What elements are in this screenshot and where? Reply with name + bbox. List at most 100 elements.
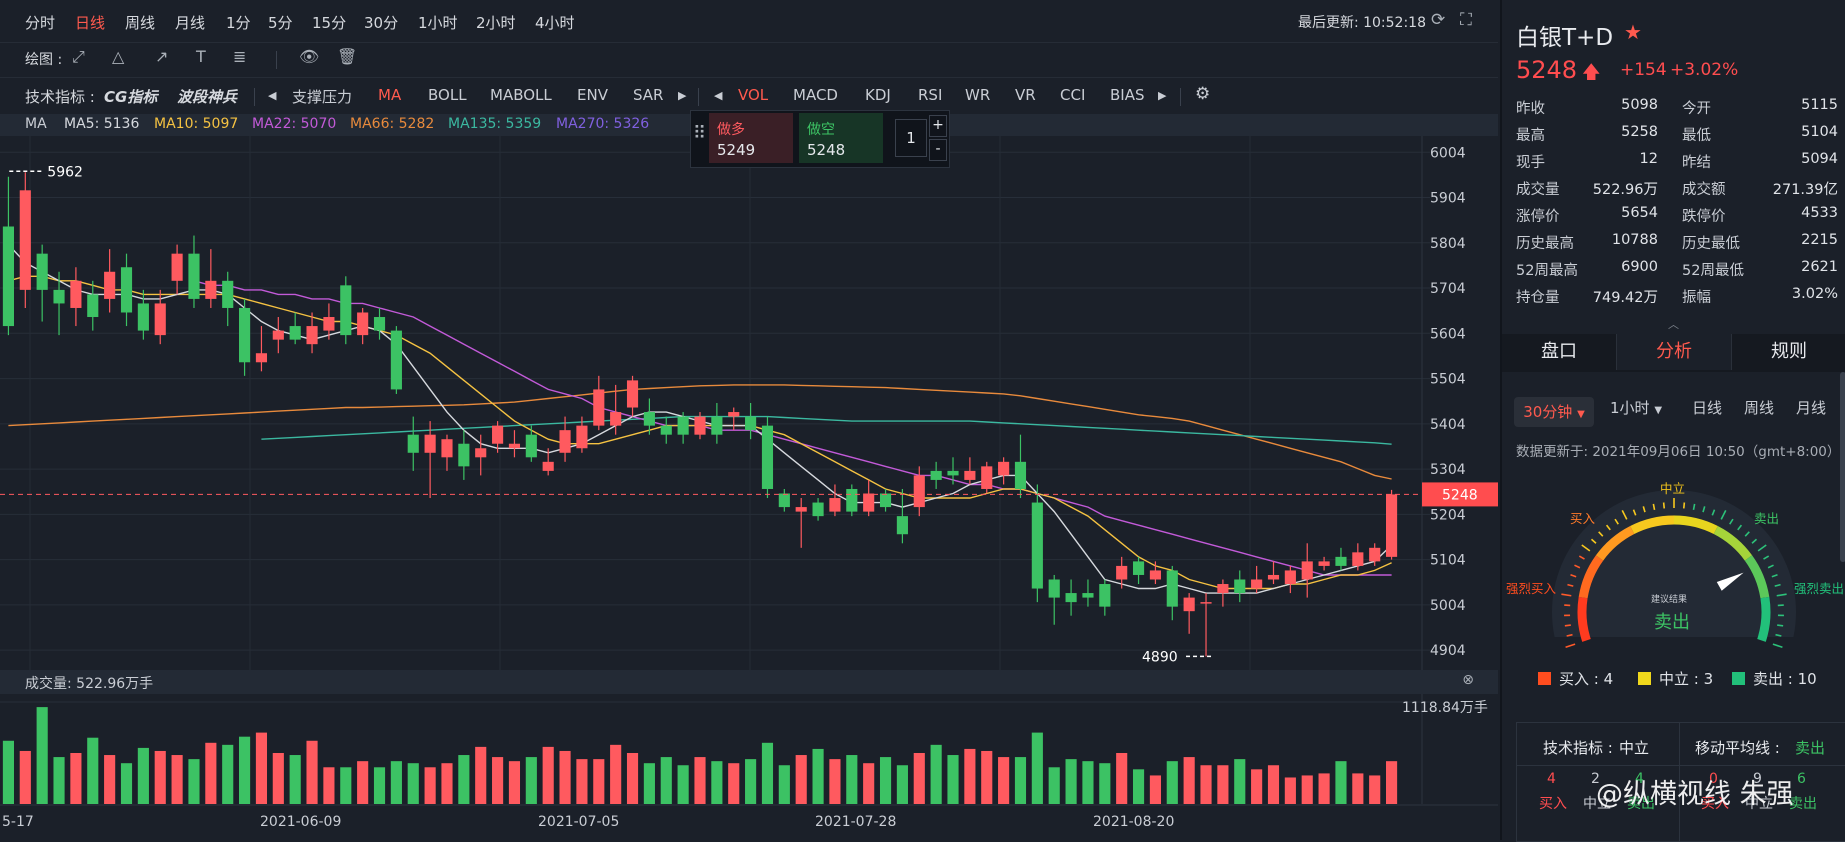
cg-indicator-link[interactable]: CG指标 (104, 86, 157, 107)
drag-handle-icon[interactable]: ⠿ (693, 123, 707, 144)
volume-bar (1133, 769, 1144, 804)
period-tab-active[interactable]: 日线 (75, 12, 105, 33)
volume-bar (121, 763, 132, 804)
stat-key: 最低 (1682, 124, 1711, 145)
candle-body (20, 190, 31, 290)
triangle-tool-icon[interactable]: △ (112, 47, 124, 66)
candle-body (644, 412, 655, 426)
quantity-minus-button[interactable]: - (929, 139, 947, 161)
period-tab[interactable]: 30分 (364, 12, 398, 33)
period-tab[interactable]: 4小时 (535, 12, 575, 33)
volume-bar (1150, 775, 1161, 804)
volume-bar (509, 761, 520, 804)
segment-tool-icon[interactable]: ⤢ (72, 47, 85, 67)
stat-value: 5098 (1621, 97, 1658, 113)
tab-rules[interactable]: 规则 (1732, 334, 1845, 370)
analysis-period-1h[interactable]: 1小时 ▼ (1610, 397, 1662, 418)
refresh-icon[interactable]: ⟳ (1431, 10, 1445, 30)
tab-analysis[interactable]: 分析 (1617, 334, 1732, 370)
candle-body (104, 272, 115, 299)
period-select-30min[interactable]: 30分钟 ▼ (1514, 397, 1594, 427)
quantity-plus-button[interactable]: + (929, 115, 947, 137)
analysis-period-month[interactable]: 月线 (1796, 397, 1826, 418)
favorite-star-icon[interactable]: ★ (1624, 20, 1642, 44)
period-tab[interactable]: 周线 (125, 12, 155, 33)
indicator-sub-active[interactable]: VOL (738, 86, 768, 104)
scroll-right-icon[interactable]: ▶ (1158, 89, 1166, 102)
period-tab[interactable]: 月线 (175, 12, 205, 33)
settings-gear-icon[interactable]: ⚙ (1195, 84, 1210, 104)
gauge-tick (1777, 625, 1783, 626)
tech-summary-value: 中立 (1619, 737, 1649, 758)
legend-swatch (1638, 672, 1651, 685)
candle-body (1116, 566, 1127, 580)
indicator-main-active[interactable]: MA (378, 86, 401, 104)
volume-bar (846, 755, 857, 804)
period-tab[interactable]: 分时 (25, 12, 55, 33)
period-tab[interactable]: 1分 (226, 12, 251, 33)
stat-key: 成交额 (1682, 178, 1726, 199)
up-arrow-icon: 🡅 (1582, 60, 1601, 90)
indicator-sub[interactable]: WR (965, 86, 990, 104)
indicator-sub[interactable]: RSI (918, 86, 942, 104)
volume-bar (53, 757, 64, 804)
volume-bar (391, 761, 402, 804)
stat-value: 2621 (1801, 259, 1838, 275)
trash-icon[interactable]: 🗑 (337, 47, 357, 66)
wave-indicator-link[interactable]: 波段神兵 (177, 86, 237, 107)
period-tab[interactable]: 15分 (312, 12, 346, 33)
stat-value: 5104 (1801, 124, 1838, 140)
fibonacci-tool-icon[interactable]: ≣ (233, 47, 246, 66)
volume-bar (745, 759, 756, 804)
period-tab[interactable]: 5分 (268, 12, 293, 33)
analysis-period-week[interactable]: 周线 (1744, 397, 1774, 418)
sell-short-button[interactable]: 做空 5248 (799, 113, 883, 163)
volume-bar (543, 747, 554, 804)
indicator-main[interactable]: SAR (633, 86, 663, 104)
indicator-main[interactable]: MABOLL (490, 86, 552, 104)
volume-bar (441, 763, 452, 804)
scroll-left-icon[interactable]: ◀ (714, 89, 722, 102)
candle-body (1066, 593, 1077, 602)
quantity-field[interactable]: 1 (895, 119, 927, 157)
eye-icon[interactable]: 👁 (299, 47, 319, 66)
buy-long-button[interactable]: 做多 5249 (709, 113, 793, 163)
indicator-main[interactable]: BOLL (428, 86, 467, 104)
volume-bar (1352, 773, 1363, 804)
indicator-main[interactable]: ENV (577, 86, 608, 104)
collapse-chevron-icon[interactable]: ︿ (1668, 316, 1679, 332)
candle-body (880, 494, 891, 508)
indicator-sub[interactable]: KDJ (865, 86, 891, 104)
indicator-sub[interactable]: CCI (1060, 86, 1085, 104)
candle-body (543, 462, 554, 471)
volume-bar (576, 759, 587, 804)
arrow-tool-icon[interactable]: ↗ (155, 47, 168, 66)
volume-chart[interactable]: 1118.84万手5-172021-06-092021-07-052021-07… (0, 694, 1498, 840)
indicator-sub[interactable]: MACD (793, 86, 838, 104)
candlestick-chart[interactable]: 6004590458045704560455045404530452045104… (0, 136, 1498, 670)
stat-value: 12 (1640, 151, 1658, 167)
indicator-sub[interactable]: VR (1015, 86, 1036, 104)
indicator-main[interactable]: 支撑压力 (292, 86, 352, 107)
ma22-value: MA22: 5070 (252, 116, 336, 132)
period-tab[interactable]: 1小时 (418, 12, 458, 33)
volume-bar (1015, 757, 1026, 804)
ma135-value: MA135: 5359 (448, 116, 541, 132)
text-tool-icon[interactable]: T (196, 47, 206, 66)
tab-orderbook[interactable]: 盘口 (1502, 334, 1617, 370)
period-tab[interactable]: 2小时 (476, 12, 516, 33)
scroll-right-icon[interactable]: ▶ (678, 89, 686, 102)
candle-body (914, 475, 925, 507)
analysis-update-time: 数据更新于: 2021年09月06日 10:50（gmt+8:00） (1516, 440, 1840, 460)
x-tick-label: 2021-08-20 (1093, 814, 1174, 830)
analysis-period-day[interactable]: 日线 (1692, 397, 1722, 418)
stat-row: 成交量 522.96万 成交额 271.39亿 (1516, 178, 1838, 205)
close-volume-icon[interactable]: ⊗ (1462, 672, 1474, 688)
candle-body (53, 290, 64, 304)
indicator-sub[interactable]: BIAS (1110, 86, 1145, 104)
divider (1517, 765, 1845, 766)
fullscreen-icon[interactable]: ⛶ (1460, 10, 1472, 30)
scroll-left-icon[interactable]: ◀ (268, 89, 276, 102)
stat-value: 5654 (1621, 205, 1658, 221)
volume-bar (256, 733, 267, 804)
